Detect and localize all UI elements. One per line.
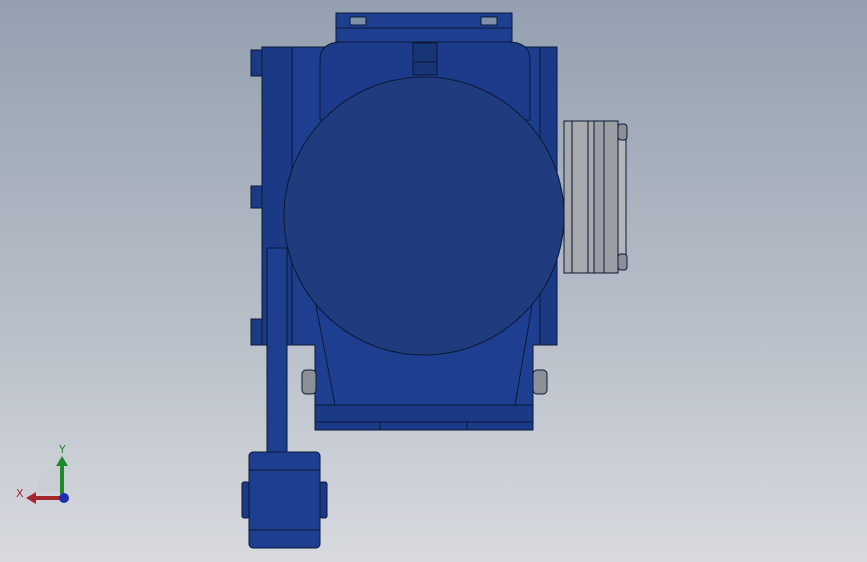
graphics-viewport[interactable]: Y X (0, 0, 867, 562)
triad-quadrant (36, 466, 62, 492)
z-axis-dot (59, 493, 69, 503)
bushing-cap-left (241, 481, 250, 519)
top-bolt-left (349, 16, 367, 26)
top-slot (412, 42, 438, 76)
torque-arm-bushing (248, 451, 321, 549)
left-bolt-1 (250, 49, 263, 77)
top-bolt-right (480, 16, 498, 26)
flange-bolt-top (617, 123, 628, 141)
right-flange-face (617, 127, 627, 267)
right-flange-mid (593, 120, 619, 274)
y-axis-label: Y (59, 443, 66, 456)
left-bolt-3 (250, 318, 263, 346)
right-flange-back (563, 120, 595, 274)
x-axis-arrow (26, 492, 36, 504)
base-stud-left (301, 369, 317, 395)
bushing-cap-right (319, 481, 328, 519)
flange-bolt-bottom (617, 253, 628, 271)
output-cover-circle (283, 76, 565, 356)
base-stud-right (532, 369, 548, 395)
left-bolt-2 (250, 185, 263, 209)
gear-reducer-model[interactable] (0, 0, 867, 562)
base-foot (314, 404, 534, 431)
x-axis-label: X (16, 487, 24, 500)
y-axis-arrow (56, 456, 68, 466)
